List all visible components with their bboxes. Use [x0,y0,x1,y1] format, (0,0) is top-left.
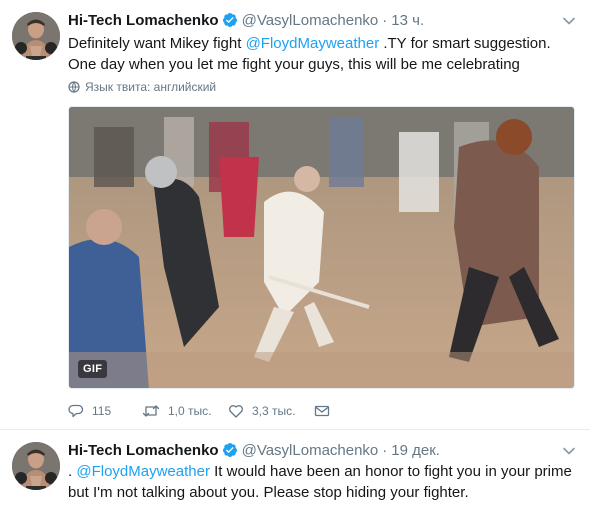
reply-icon [68,404,84,418]
reply-button[interactable]: 115 [68,403,124,419]
chevron-down-icon[interactable] [562,444,576,458]
direct-message-button[interactable] [314,403,338,419]
separator-dot: · [382,441,388,459]
like-count: 3,3 тыс. [252,404,296,418]
tweet-actions: 115 1,0 тыс. 3,3 тыс. [68,401,356,421]
tweet-language[interactable]: Язык твита: английский [68,80,216,94]
tweet-header: Hi-Tech Lomachenko @VasylLomachenko · 19… [68,440,440,460]
chevron-down-icon[interactable] [562,14,576,28]
tweet-language-label: Язык твита: английский [85,80,217,94]
avatar[interactable] [12,442,60,490]
dancing-crowd-gif-icon [69,107,574,388]
verified-badge-icon [222,443,237,457]
tweet-text-part: Definitely want Mikey fight [68,35,246,52]
gif-badge: GIF [78,360,108,378]
boxer-avatar-icon [12,12,60,60]
tweet[interactable]: Hi-Tech Lomachenko @VasylLomachenko · 19… [0,430,590,506]
boxer-avatar-icon [12,442,60,490]
author-fullname[interactable]: Hi-Tech Lomachenko [68,442,219,459]
author-username[interactable]: @VasylLomachenko [242,442,379,459]
verified-badge-icon [222,13,237,27]
retweet-count: 1,0 тыс. [168,404,212,418]
tweet-media-gif[interactable]: GIF [68,106,575,389]
tweet-header: Hi-Tech Lomachenko @VasylLomachenko · 13… [68,10,424,30]
reply-count: 115 [92,404,112,418]
author-username[interactable]: @VasylLomachenko [242,12,379,29]
tweet[interactable]: Hi-Tech Lomachenko @VasylLomachenko · 13… [0,0,590,430]
like-button[interactable]: 3,3 тыс. [228,403,308,419]
retweet-button[interactable]: 1,0 тыс. [142,403,220,419]
heart-icon [229,405,243,418]
tweet-timestamp[interactable]: 19 дек. [391,442,440,459]
tweet-text: . @FloydMayweather It would have been an… [68,461,578,503]
mention-link[interactable]: @FloydMayweather [76,463,210,480]
globe-icon [68,81,80,93]
separator-dot: · [382,11,388,29]
retweet-icon [142,405,160,417]
envelope-icon [314,405,330,417]
avatar[interactable] [12,12,60,60]
mention-link[interactable]: @FloydMayweather [246,35,380,52]
tweet-text: Definitely want Mikey fight @FloydMaywea… [68,33,578,75]
author-fullname[interactable]: Hi-Tech Lomachenko [68,12,219,29]
tweet-timestamp[interactable]: 13 ч. [391,12,424,29]
